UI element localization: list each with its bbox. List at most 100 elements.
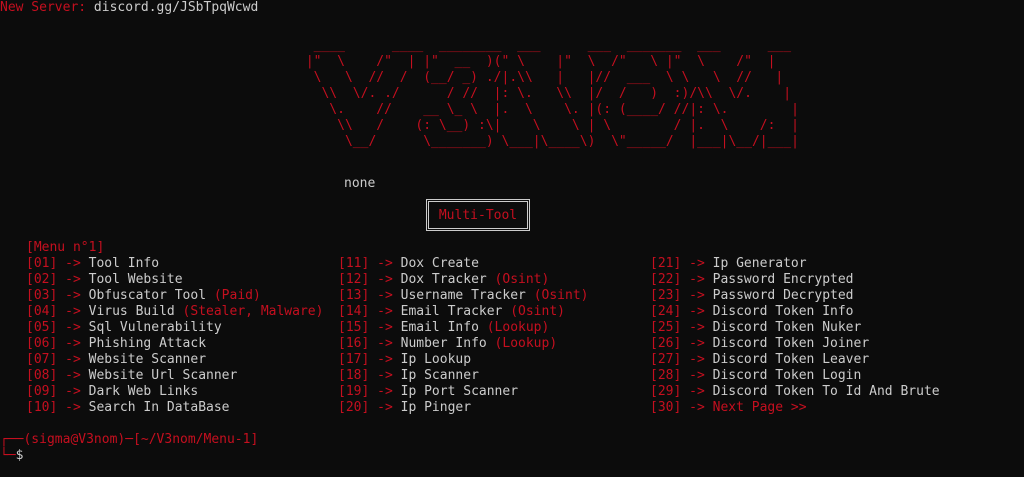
item-label: Website Url Scanner <box>88 368 238 383</box>
arrow: -> <box>369 400 401 415</box>
bracket-open: [ <box>26 304 34 319</box>
item-number: 15 <box>345 320 362 335</box>
bracket-open: [ <box>26 352 34 367</box>
item-label: Ip Pinger <box>400 400 472 415</box>
item-label: Password Encrypted <box>712 272 854 287</box>
menu-item-17[interactable]: [17] -> Ip Lookup <box>338 352 588 368</box>
arrow: -> <box>57 320 89 335</box>
menu-item-16[interactable]: [16] -> Number Info (Lookup) <box>338 336 588 352</box>
server-banner: New Server: discord.gg/JSbTpqWcwd <box>0 0 258 16</box>
menu-item-30[interactable]: [30] -> Next Page >> <box>650 400 940 416</box>
item-number: 20 <box>345 400 362 415</box>
item-label: Dark Web Links <box>88 384 199 399</box>
bracket-open: [ <box>26 368 34 383</box>
menu-item-26[interactable]: [26] -> Discord Token Joiner <box>650 336 940 352</box>
menu-item-12[interactable]: [12] -> Dox Tracker (Osint) <box>338 272 588 288</box>
menu-item-06[interactable]: [06] -> Phishing Attack <box>26 336 323 352</box>
item-label: Dox Tracker <box>400 272 495 287</box>
bracket-open: [ <box>650 304 658 319</box>
item-number: 08 <box>33 368 50 383</box>
arrow: -> <box>369 320 401 335</box>
bracket-open: [ <box>26 320 34 335</box>
menu-item-05[interactable]: [05] -> Sql Vulnerability <box>26 320 323 336</box>
menu-column-1: [01] -> Tool Info [02] -> Tool Website [03… <box>26 256 323 416</box>
item-label: Obfuscator Tool <box>88 288 214 303</box>
menu-item-01[interactable]: [01] -> Tool Info <box>26 256 323 272</box>
arrow: -> <box>369 272 401 287</box>
arrow: -> <box>369 368 401 383</box>
arrow: -> <box>681 368 713 383</box>
menu-item-25[interactable]: [25] -> Discord Token Nuker <box>650 320 940 336</box>
bracket-open: [ <box>26 336 34 351</box>
menu-item-18[interactable]: [18] -> Ip Scanner <box>338 368 588 384</box>
menu-item-09[interactable]: [09] -> Dark Web Links <box>26 384 323 400</box>
menu-item-20[interactable]: [20] -> Ip Pinger <box>338 400 588 416</box>
bracket-open: [ <box>26 272 34 287</box>
item-label: Ip Generator <box>712 256 807 271</box>
menu-item-15[interactable]: [15] -> Email Info (Lookup) <box>338 320 588 336</box>
bracket-open: [ <box>338 288 346 303</box>
menu-item-03[interactable]: [03] -> Obfuscator Tool (Paid) <box>26 288 323 304</box>
menu-item-13[interactable]: [13] -> Username Tracker (Osint) <box>338 288 588 304</box>
item-number: 01 <box>33 256 50 271</box>
arrow: -> <box>369 288 401 303</box>
menu-column-3: [21] -> Ip Generator [22] -> Password Enc… <box>650 256 940 416</box>
arrow: -> <box>369 336 401 351</box>
item-number: 18 <box>345 368 362 383</box>
bracket-open: [ <box>26 400 34 415</box>
bracket-open: [ <box>338 384 346 399</box>
bracket-open: [ <box>338 272 346 287</box>
prompt-corner-top: ┌── <box>0 432 24 447</box>
menu-header-label: Menu n°1 <box>33 240 97 255</box>
bracket-open: [ <box>338 256 346 271</box>
item-number: 23 <box>657 288 674 303</box>
menu-item-04[interactable]: [04] -> Virus Build (Stealer, Malware) <box>26 304 323 320</box>
bracket-open: [ <box>650 352 658 367</box>
arrow: -> <box>681 256 713 271</box>
arrow: -> <box>57 400 89 415</box>
title-box-label: Multi-Tool <box>438 207 518 223</box>
arrow: -> <box>57 272 89 287</box>
menu-item-11[interactable]: [11] -> Dox Create <box>338 256 588 272</box>
menu-item-21[interactable]: [21] -> Ip Generator <box>650 256 940 272</box>
arrow: -> <box>681 304 713 319</box>
menu-item-10[interactable]: [10] -> Search In DataBase <box>26 400 323 416</box>
item-number: 05 <box>33 320 50 335</box>
menu-item-07[interactable]: [07] -> Website Scanner <box>26 352 323 368</box>
prompt-user: (sigma@V3nom) <box>23 432 126 447</box>
menu-item-08[interactable]: [08] -> Website Url Scanner <box>26 368 323 384</box>
bracket-open: [ <box>26 256 34 271</box>
menu-item-22[interactable]: [22] -> Password Encrypted <box>650 272 940 288</box>
item-label: Sql Vulnerability <box>88 320 222 335</box>
bracket-open: [ <box>650 368 658 383</box>
arrow: -> <box>681 272 713 287</box>
menu-item-14[interactable]: [14] -> Email Tracker (Osint) <box>338 304 588 320</box>
item-number: 25 <box>657 320 674 335</box>
item-label: Dox Create <box>400 256 479 271</box>
bracket-open: [ <box>650 320 658 335</box>
menu-item-19[interactable]: [19] -> Ip Port Scanner <box>338 384 588 400</box>
status-text: none <box>344 176 376 191</box>
item-number: 30 <box>657 400 674 415</box>
menu-item-24[interactable]: [24] -> Discord Token Info <box>650 304 940 320</box>
prompt-input-line[interactable]: └─$ <box>0 448 23 464</box>
menu-item-29[interactable]: [29] -> Discord Token To Id And Brute <box>650 384 940 400</box>
arrow: -> <box>57 336 89 351</box>
item-label: Discord Token Joiner <box>712 336 870 351</box>
menu-item-28[interactable]: [28] -> Discord Token Login <box>650 368 940 384</box>
bracket-open: [ <box>338 336 346 351</box>
menu-item-23[interactable]: [23] -> Password Decrypted <box>650 288 940 304</box>
item-label: Ip Lookup <box>400 352 472 367</box>
item-number: 06 <box>33 336 50 351</box>
item-label: Ip Scanner <box>400 368 479 383</box>
item-number: 26 <box>657 336 674 351</box>
bracket-open: [ <box>650 400 658 415</box>
arrow: -> <box>369 256 401 271</box>
item-label: Email Tracker <box>400 304 511 319</box>
item-label: Tool Info <box>88 256 160 271</box>
menu-item-02[interactable]: [02] -> Tool Website <box>26 272 323 288</box>
banner-value: discord.gg/JSbTpqWcwd <box>93 0 259 15</box>
bracket-open: [ <box>338 368 346 383</box>
item-number: 07 <box>33 352 50 367</box>
menu-item-27[interactable]: [27] -> Discord Token Leaver <box>650 352 940 368</box>
